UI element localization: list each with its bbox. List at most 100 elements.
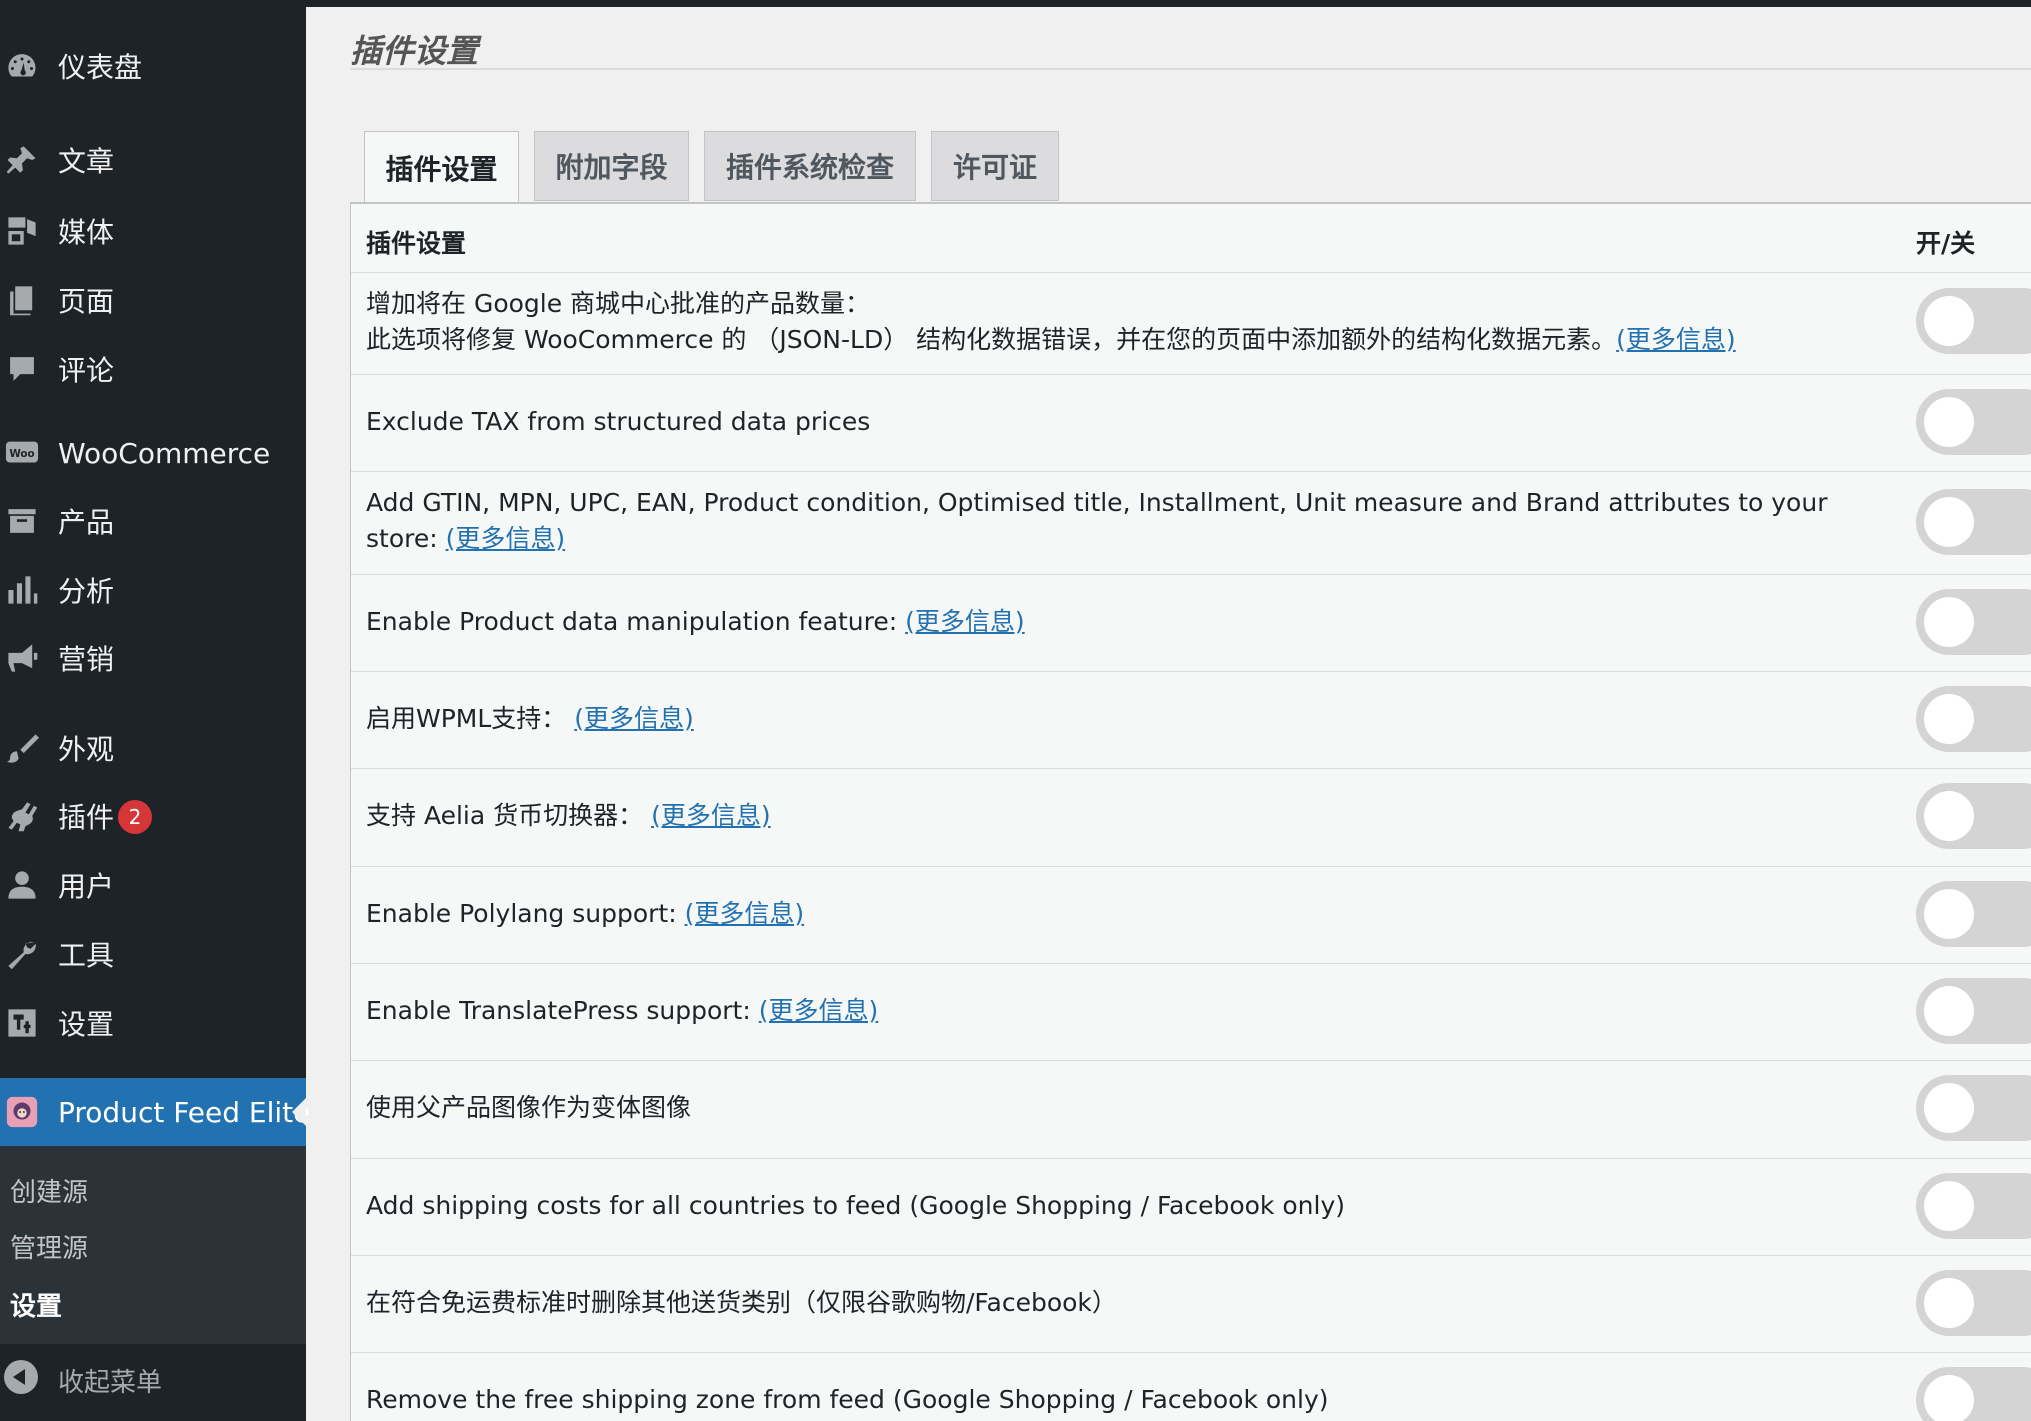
table-row: 使用父产品图像作为变体图像 [351,1060,2031,1159]
sidebar-item-marketing[interactable]: 营销 [0,628,306,688]
submenu-item-manage-feeds[interactable]: 管理源 [10,1228,88,1265]
setting-description: Enable Product data manipulation feature… [366,604,1886,640]
toggle-knob [1924,296,1974,346]
setting-toggle[interactable] [1916,881,2031,947]
submenu-item-settings[interactable]: 设置 [10,1286,62,1323]
setting-text: Remove the free shipping zone from feed … [366,1385,1329,1414]
setting-text: Exclude TAX from structured data prices [366,407,871,436]
setting-toggle[interactable] [1916,389,2031,455]
pin-icon [4,142,40,178]
toggle-knob [1924,1278,1974,1328]
sidebar-item-label: 评论 [58,354,115,387]
setting-description: Exclude TAX from structured data prices [366,404,1886,440]
setting-description: Enable Polylang support: (更多信息) [366,896,1886,932]
more-info-link[interactable]: (更多信息) [574,704,694,733]
toggle-knob [1924,1375,1974,1421]
setting-text: 启用WPML支持： [366,704,575,733]
sidebar-item-settings[interactable]: 设置 [0,993,306,1053]
collapse-arrow-icon [4,1360,38,1394]
tab-license[interactable]: 许可证 [931,131,1059,201]
sidebar-item-media[interactable]: 媒体 [0,201,306,261]
setting-text: 使用父产品图像作为变体图像 [366,1093,692,1122]
tab-system-check[interactable]: 插件系统检查 [704,131,916,201]
setting-description: Remove the free shipping zone from feed … [366,1382,1886,1418]
sidebar-item-posts[interactable]: 文章 [0,130,306,190]
setting-text: Add shipping costs for all countries to … [366,1191,1345,1220]
sidebar-item-woocommerce[interactable]: Woo WooCommerce [0,423,306,483]
setting-toggle[interactable] [1916,288,2031,354]
setting-toggle[interactable] [1916,589,2031,655]
toggle-knob [1924,694,1974,744]
page-title: 插件设置 [350,32,479,70]
submenu-item-create-feed[interactable]: 创建源 [10,1172,88,1209]
tab-plugin-settings[interactable]: 插件设置 [364,131,519,204]
more-info-link[interactable]: (更多信息) [905,607,1025,636]
sidebar-item-pages[interactable]: 页面 [0,270,306,330]
table-row: 支持 Aelia 货币切换器： (更多信息) [351,768,2031,867]
sidebar-item-analytics[interactable]: 分析 [0,560,306,620]
setting-toggle[interactable] [1916,1270,2031,1336]
setting-description: Enable TranslatePress support: (更多信息) [366,993,1886,1029]
brush-icon [4,730,40,766]
more-info-link[interactable]: (更多信息) [759,996,879,1025]
product-feed-elite-logo-icon [4,1094,40,1130]
archive-icon [4,503,40,539]
more-info-link[interactable]: (更多信息) [651,801,771,830]
sidebar-item-dashboard[interactable]: 仪表盘 [0,36,306,96]
setting-text: 此选项将修复 WooCommerce 的 （JSON-LD） 结构化数据错误，并… [366,325,1617,354]
setting-toggle[interactable] [1916,1173,2031,1239]
more-info-link[interactable]: (更多信息) [685,899,805,928]
user-icon [4,867,40,903]
setting-toggle[interactable] [1916,1367,2031,1421]
sidebar-item-users[interactable]: 用户 [0,855,306,915]
megaphone-icon [4,640,40,676]
chart-bar-icon [4,572,40,608]
more-info-link[interactable]: (更多信息) [446,524,566,553]
setting-description: 使用父产品图像作为变体图像 [366,1090,1886,1126]
setting-toggle[interactable] [1916,783,2031,849]
table-row: Remove the free shipping zone from feed … [351,1352,2031,1421]
table-row: Enable TranslatePress support: (更多信息) [351,963,2031,1061]
table-row: Add GTIN, MPN, UPC, EAN, Product conditi… [351,471,2031,575]
table-row: Enable Product data manipulation feature… [351,574,2031,672]
table-header: 插件设置 开/关 [351,204,2031,273]
setting-description: Add shipping costs for all countries to … [366,1188,1886,1224]
comment-icon [4,351,40,387]
sidebar-item-product-feed-elite[interactable]: Product Feed Elite [0,1078,310,1146]
more-info-link[interactable]: (更多信息) [1616,325,1736,354]
toggle-knob [1924,1083,1974,1133]
sidebar-item-label: 用户 [58,870,115,903]
sidebar-item-label: WooCommerce [58,436,271,470]
setting-toggle[interactable] [1916,489,2031,555]
sidebar-item-label: 页面 [58,285,115,318]
table-row: 在符合免运费标准时删除其他送货类别（仅限谷歌购物/Facebook） [351,1255,2031,1353]
setting-toggle[interactable] [1916,978,2031,1044]
sidebar-submenu: 创建源 管理源 设置 [0,1146,306,1344]
collapse-menu-button[interactable]: 收起菜单 [0,1350,306,1406]
svg-text:Woo: Woo [9,448,34,460]
setting-toggle[interactable] [1916,686,2031,752]
sidebar-item-products[interactable]: 产品 [0,491,306,551]
sidebar-item-plugins[interactable]: 插件 2 [0,786,306,846]
table-row: Add shipping costs for all countries to … [351,1158,2031,1256]
setting-description: Add GTIN, MPN, UPC, EAN, Product conditi… [366,485,1886,557]
sidebar-item-label: 媒体 [58,216,115,249]
setting-text: 在符合免运费标准时删除其他送货类别（仅限谷歌购物/Facebook） [366,1288,1117,1317]
tab-extra-fields[interactable]: 附加字段 [534,131,689,201]
setting-toggle[interactable] [1916,1075,2031,1141]
column-header-on-off: 开/关 [1916,229,1976,258]
toggle-knob [1924,597,1974,647]
toggle-knob [1924,791,1974,841]
title-divider [350,68,2031,70]
sidebar-item-tools[interactable]: 工具 [0,924,306,984]
setting-description: 支持 Aelia 货币切换器： (更多信息) [366,798,1886,834]
sidebar-item-comments[interactable]: 评论 [0,339,306,399]
sidebar-item-label: 营销 [58,643,115,676]
setting-text: Add GTIN, MPN, UPC, EAN, Product conditi… [366,488,1828,553]
toggle-knob [1924,497,1974,547]
sidebar-item-label: 插件 2 [58,796,153,836]
woo-icon: Woo [4,435,40,471]
sidebar-item-appearance[interactable]: 外观 [0,718,306,778]
settings-icon [4,1005,40,1041]
toggle-knob [1924,1181,1974,1231]
